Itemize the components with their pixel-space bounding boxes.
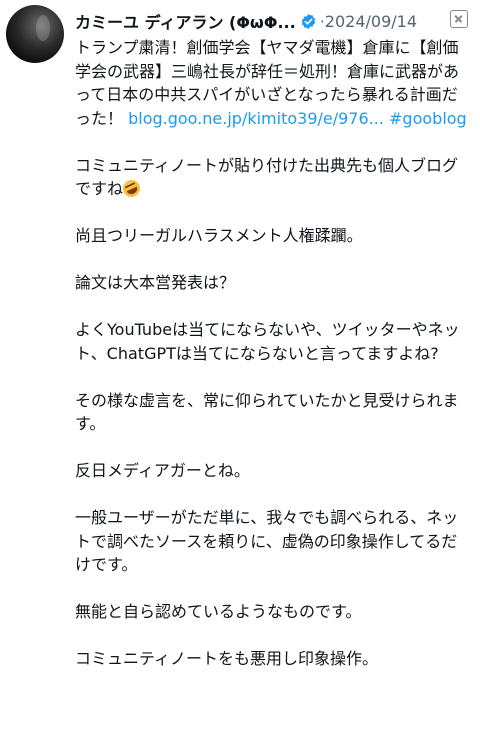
paragraph: コミュニティノートが貼り付けた出典先も個人ブログですね <box>75 154 467 201</box>
paragraph: 論文は大本営発表は？ <box>75 273 236 292</box>
paragraph: 反日メディアガーとね。 <box>75 461 250 480</box>
post-body: トランプ粛清！創価学会【ヤマダ電機】倉庫に【創価学会の武器】三嶋社長が辞任＝処刑… <box>75 36 467 694</box>
post-header: カミーユ ディアラン (ΦωΦ... · 2024/09/14 <box>75 8 468 34</box>
paragraph: よくYouTubeは当てにならないや、ツイッターやネット、ChatGPTは当てに… <box>75 320 460 363</box>
verified-badge-icon <box>301 13 315 29</box>
more-options-icon[interactable] <box>450 10 468 28</box>
paragraph: コミュニティノートをも悪用し印象操作。 <box>75 649 379 668</box>
paragraph: 一般ユーザーがただ単に、我々でも調べられる、ネットで調べたソースを頼りに、虚偽の… <box>75 508 459 574</box>
hashtag-link[interactable]: #gooblog <box>389 109 467 128</box>
author-name[interactable]: カミーユ ディアラン (ΦωΦ... <box>75 9 296 33</box>
rolling-laughing-emoji <box>120 177 143 200</box>
paragraph: 無能と自ら認めているようなものです。 <box>75 602 362 621</box>
paragraph: 尚且つリーガルハラスメント人権蹂躙。 <box>75 226 363 245</box>
post-date[interactable]: 2024/09/14 <box>325 12 417 31</box>
blog-link[interactable]: blog.goo.ne.jp/kimito39/e/976... <box>128 109 384 128</box>
quoted-headline: トランプ粛清！創価学会【ヤマダ電機】倉庫に【創価学会の武器】三嶋社長が辞任＝処刑… <box>75 36 467 130</box>
paragraph: その様な虚言を、常に仰られていたかと見受けられます。 <box>75 390 459 434</box>
avatar[interactable] <box>6 5 64 63</box>
